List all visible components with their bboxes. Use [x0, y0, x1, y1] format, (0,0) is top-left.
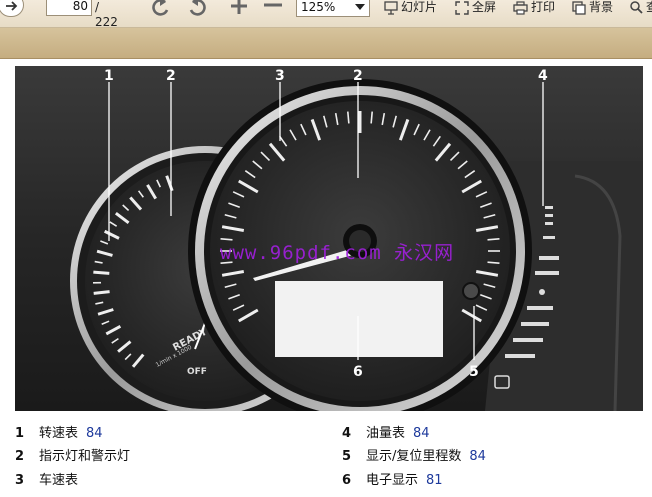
figure-legend: 1 转速表 84 2 指示灯和警示灯 3 车速表 4 油量表 84 5 显示/复位里程数 84 … [15, 418, 652, 497]
legend-item: 1 转速表 84 [15, 422, 103, 441]
callout-5: 5 [469, 364, 479, 380]
fullscreen-icon [455, 0, 469, 15]
watermark-text: www.96pdf.com 永汉网 [220, 242, 455, 264]
next-page-button[interactable] [0, 0, 24, 17]
speedometer-tick [370, 111, 373, 124]
background-button[interactable]: 背景 [572, 0, 613, 15]
background-icon [572, 0, 586, 15]
off-label: OFF [187, 367, 207, 377]
legend-number: 2 [15, 449, 25, 464]
fullscreen-button[interactable]: 全屏 [455, 0, 496, 15]
chevron-down-icon [355, 4, 365, 10]
legend-page-ref[interactable]: 84 [86, 426, 103, 441]
rotate-left-button[interactable] [150, 0, 172, 18]
printer-icon [513, 0, 528, 15]
speedometer-tick [487, 238, 500, 241]
trip-reset-button[interactable] [462, 282, 480, 300]
print-button[interactable]: 打印 [513, 0, 555, 15]
legend-page-ref[interactable]: 84 [413, 426, 430, 441]
zoom-out-button[interactable] [262, 0, 284, 18]
toolbar-band [0, 28, 652, 59]
callout-1: 1 [104, 68, 114, 84]
legend-number: 5 [342, 449, 352, 464]
arrow-right-icon [6, 1, 18, 11]
callout-2a: 2 [166, 68, 176, 84]
zoom-value: 125% [301, 0, 336, 14]
legend-text: 车速表 [39, 473, 79, 488]
callout-3: 3 [275, 68, 285, 84]
speedometer-tick [487, 261, 500, 264]
legend-number: 1 [15, 426, 25, 441]
reader-toolbar: 80 / 222页 125% 幻灯片 [0, 0, 652, 44]
callout-6: 6 [353, 364, 363, 380]
legend-text: 转速表 [39, 426, 79, 441]
legend-text: 油量表 [366, 426, 406, 441]
legend-item: 5 显示/复位里程数 84 [342, 445, 486, 464]
legend-number: 6 [342, 473, 352, 488]
legend-text: 显示/复位里程数 [366, 449, 462, 464]
electronic-display [275, 281, 443, 357]
zoom-select[interactable]: 125% [296, 0, 370, 17]
print-label: 打印 [531, 0, 556, 14]
callout-4: 4 [538, 68, 548, 84]
minus-icon [264, 3, 282, 7]
search-icon [630, 0, 643, 14]
slideshow-icon [384, 0, 398, 15]
callout-2b: 2 [353, 68, 363, 84]
background-label: 背景 [589, 0, 614, 14]
tachometer-tick [93, 270, 110, 275]
legend-item: 3 车速表 [15, 469, 86, 488]
legend-item: 2 指示灯和警示灯 [15, 445, 138, 464]
rotate-right-icon [189, 0, 206, 16]
plus-icon [231, 0, 247, 14]
slideshow-button[interactable]: 幻灯片 [384, 0, 437, 15]
zoom-in-button[interactable] [228, 0, 250, 18]
legend-page-ref[interactable]: 81 [426, 473, 443, 488]
instrument-cluster-figure: READY 1/min x 1000 OFF 1 2 3 2 4 5 6 www… [15, 66, 643, 411]
fullscreen-label: 全屏 [472, 0, 497, 14]
legend-item: 4 油量表 84 [342, 422, 430, 441]
tachometer-tick [93, 290, 110, 295]
page-number-input[interactable]: 80 [46, 0, 92, 16]
legend-item: 6 电子显示 81 [342, 469, 443, 488]
legend-number: 4 [342, 426, 352, 441]
rotate-left-icon [152, 0, 169, 16]
legend-text: 电子显示 [366, 473, 419, 488]
rotate-right-button[interactable] [186, 0, 208, 18]
search-label: 查 [646, 0, 652, 15]
slideshow-label: 幻灯片 [401, 0, 438, 14]
search-button[interactable]: 查 [630, 0, 652, 15]
legend-number: 3 [15, 473, 25, 488]
speedometer-tick [347, 111, 350, 124]
legend-page-ref[interactable]: 84 [469, 449, 486, 464]
legend-text: 指示灯和警示灯 [39, 449, 131, 464]
